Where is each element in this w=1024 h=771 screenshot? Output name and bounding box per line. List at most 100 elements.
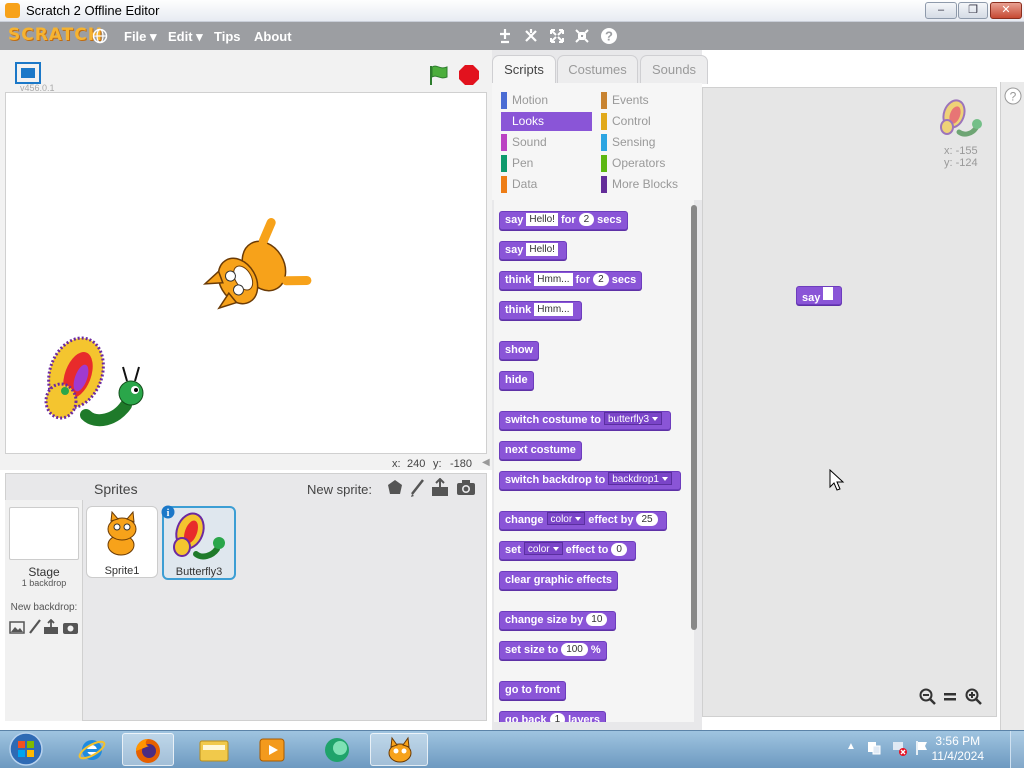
upload-backdrop-icon[interactable] xyxy=(43,619,59,635)
zoom-reset-icon[interactable] xyxy=(943,690,957,704)
category-looks[interactable]: Looks xyxy=(501,112,592,131)
block-think-for-secs[interactable]: think Hmm... for 2 secs xyxy=(499,271,643,290)
looks-swatch xyxy=(501,113,507,130)
cat-sprite-icon[interactable] xyxy=(199,218,314,323)
block-show[interactable]: show xyxy=(499,341,540,360)
shrink-icon[interactable] xyxy=(574,28,590,44)
butterfly-sprite-icon[interactable] xyxy=(41,333,146,433)
svg-text:i: i xyxy=(167,508,170,519)
choose-sprite-from-library-icon[interactable] xyxy=(385,478,405,498)
tab-scripts[interactable]: Scripts xyxy=(492,55,556,84)
block-switch-costume[interactable]: switch costume to butterfly3 xyxy=(499,411,672,430)
camera-sprite-icon[interactable] xyxy=(456,479,476,497)
category-events[interactable]: Events xyxy=(601,91,691,110)
flag-icon[interactable] xyxy=(914,740,930,756)
menu-edit[interactable]: Edit ▾ xyxy=(168,29,203,45)
taskbar-scratch[interactable] xyxy=(370,733,428,766)
block-hide[interactable]: hide xyxy=(499,371,534,390)
taskbar-internet-explorer[interactable] xyxy=(66,733,118,766)
firefox-icon xyxy=(136,739,160,763)
internet-explorer-icon xyxy=(78,740,106,760)
taskbar-media-player[interactable] xyxy=(246,733,298,766)
upload-sprite-icon[interactable] xyxy=(430,478,450,498)
block-say[interactable]: say Hello! xyxy=(499,241,567,260)
mouse-y-value: -180 xyxy=(450,458,473,470)
events-swatch xyxy=(601,92,607,109)
script-block-say[interactable]: say xyxy=(796,286,843,305)
pen-swatch xyxy=(501,155,507,172)
zoom-in-icon[interactable] xyxy=(965,688,983,706)
paint-new-backdrop-icon[interactable] xyxy=(28,619,42,635)
block-set-effect[interactable]: set color effect to 0 xyxy=(499,541,636,560)
block-set-size[interactable]: set size to 100% xyxy=(499,641,607,660)
stop-sign-icon[interactable] xyxy=(458,64,480,86)
block-next-costume[interactable]: next costume xyxy=(499,441,582,460)
taskbar-explorer[interactable] xyxy=(188,733,240,766)
category-motion[interactable]: Motion xyxy=(501,91,591,110)
green-flag-icon[interactable] xyxy=(427,64,449,86)
blocks-list: say Hello! for 2 secs say Hello! think Hmm... f… xyxy=(494,200,694,722)
block-change-effect[interactable]: change color effect by 25 xyxy=(499,511,667,530)
menu-file[interactable]: File ▾ xyxy=(124,29,157,45)
collapse-stage-icon[interactable]: ◀ xyxy=(482,457,490,468)
menu-tips[interactable]: Tips xyxy=(214,29,241,44)
sprites-title: Sprites xyxy=(94,481,138,497)
stage-thumbnail[interactable] xyxy=(9,507,79,560)
show-hidden-icons[interactable]: ▲ xyxy=(846,741,856,752)
camera-backdrop-icon[interactable] xyxy=(62,620,79,635)
sprite-name: Sprite1 xyxy=(104,565,140,577)
close-button[interactable]: ✕ xyxy=(990,2,1022,19)
network-icon[interactable] xyxy=(890,740,908,756)
script-area[interactable]: x: -155 y: -124 say xyxy=(702,87,997,717)
palette-scrollbar[interactable] xyxy=(691,205,697,630)
clock-date: 11/4/2024 xyxy=(931,749,985,763)
language-globe-icon[interactable] xyxy=(92,28,108,44)
delete-icon[interactable] xyxy=(523,28,539,44)
stage-canvas[interactable] xyxy=(5,92,487,454)
category-pen[interactable]: Pen xyxy=(501,154,591,173)
block-switch-backdrop[interactable]: switch backdrop to backdrop1 xyxy=(499,471,681,490)
taskbar-clock[interactable]: 3:56 PM 11/4/2024 xyxy=(932,734,985,764)
block-change-size[interactable]: change size by 10 xyxy=(499,611,617,630)
current-sprite-butterfly-icon xyxy=(940,99,982,137)
scratch-logo[interactable]: SCRATCH xyxy=(8,25,103,45)
choose-backdrop-from-library-icon[interactable] xyxy=(9,620,25,635)
presentation-mode-icon[interactable] xyxy=(15,62,41,84)
block-think[interactable]: think Hmm... xyxy=(499,301,582,320)
help-icon[interactable]: ? xyxy=(600,27,618,45)
category-more-blocks[interactable]: More Blocks xyxy=(601,175,699,194)
block-clear-graphic-effects[interactable]: clear graphic effects xyxy=(499,571,618,590)
maximize-button[interactable]: ❐ xyxy=(958,2,988,19)
menu-bar: SCRATCH File ▾ Edit ▾ Tips About ? xyxy=(0,22,1024,50)
block-say-for-secs[interactable]: say Hello! for 2 secs xyxy=(499,211,628,230)
category-sensing[interactable]: Sensing xyxy=(601,133,691,152)
taskbar-app[interactable] xyxy=(310,733,362,766)
minimize-button[interactable]: – xyxy=(925,2,957,19)
new-backdrop-label: New backdrop: xyxy=(10,602,78,613)
category-control[interactable]: Control xyxy=(601,112,691,131)
start-button-icon[interactable] xyxy=(6,731,46,767)
help-tips-icon[interactable]: ? xyxy=(1004,87,1022,105)
category-data[interactable]: Data xyxy=(501,175,591,194)
taskbar-firefox[interactable] xyxy=(122,733,174,766)
tab-sounds[interactable]: Sounds xyxy=(640,55,708,84)
grow-icon[interactable] xyxy=(549,28,565,44)
menu-about[interactable]: About xyxy=(254,29,292,44)
paint-new-sprite-icon[interactable] xyxy=(408,478,426,498)
zoom-out-icon[interactable] xyxy=(919,688,937,706)
category-sound[interactable]: Sound xyxy=(501,133,591,152)
block-go-to-front[interactable]: go to front xyxy=(499,681,566,700)
svg-text:?: ? xyxy=(1010,90,1017,104)
tab-costumes[interactable]: Costumes xyxy=(557,55,638,84)
category-operators[interactable]: Operators xyxy=(601,154,691,173)
block-go-back-layers[interactable]: go back 1 layers xyxy=(499,711,606,722)
media-player-icon xyxy=(259,738,285,762)
action-center-icon[interactable] xyxy=(866,740,882,756)
show-desktop-button[interactable] xyxy=(1010,731,1024,768)
mouse-cursor-icon xyxy=(829,469,845,491)
sprite-thumb-sprite1[interactable]: Sprite1 xyxy=(86,506,158,578)
duplicate-icon[interactable] xyxy=(497,28,513,44)
sprite-info-icon[interactable]: i xyxy=(161,505,175,519)
motion-swatch xyxy=(501,92,507,109)
sound-swatch xyxy=(501,134,507,151)
